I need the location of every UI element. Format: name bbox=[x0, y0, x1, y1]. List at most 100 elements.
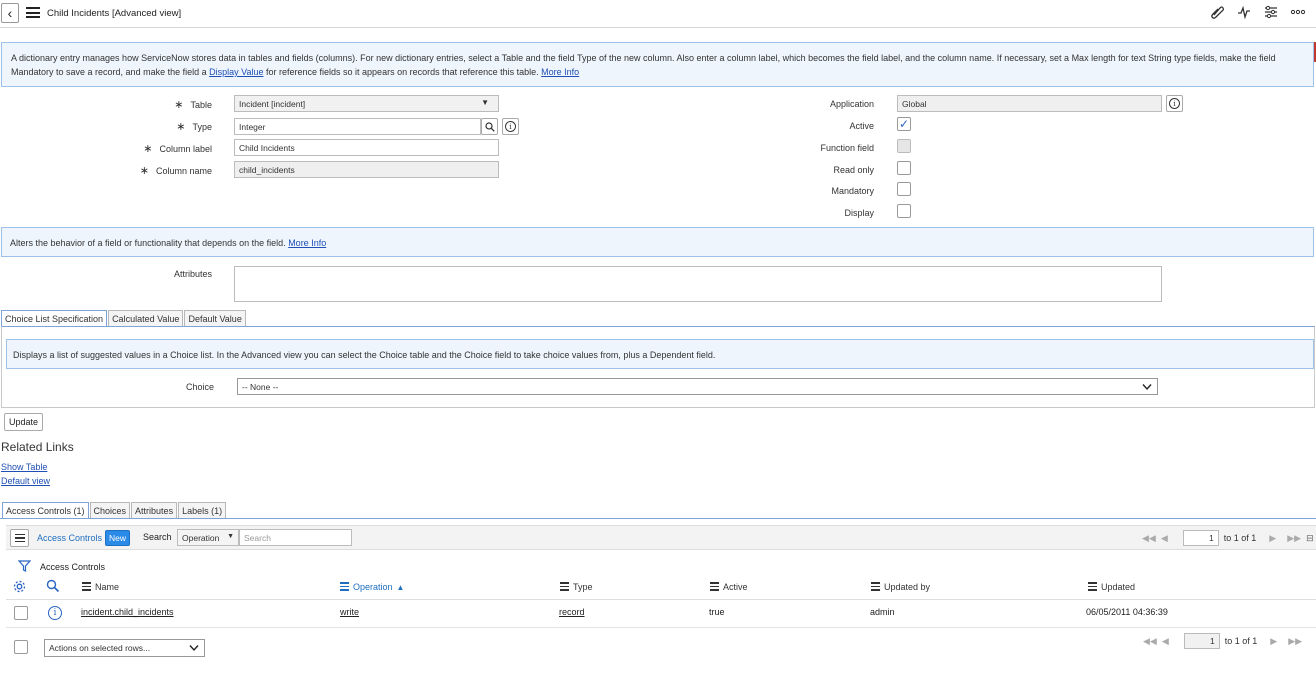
activity-icon[interactable] bbox=[1236, 5, 1252, 22]
choice-select-value: -- None -- bbox=[242, 382, 279, 392]
attributes-textarea[interactable] bbox=[234, 266, 1162, 302]
column-header-name[interactable]: Name bbox=[82, 582, 119, 593]
update-button[interactable]: Update bbox=[4, 413, 44, 431]
more-info-link[interactable]: More Info bbox=[541, 67, 579, 77]
chevron-down-icon bbox=[1142, 384, 1152, 391]
tab-access-controls[interactable]: Access Controls (1) bbox=[2, 502, 89, 519]
next-page-icon[interactable]: ▶ bbox=[1269, 533, 1276, 544]
column-name-input: child_incidents bbox=[234, 161, 499, 178]
mandatory-checkbox[interactable] bbox=[897, 182, 911, 196]
choice-info-text: Displays a list of suggested values in a… bbox=[13, 350, 716, 360]
column-menu-icon[interactable] bbox=[340, 582, 349, 593]
show-table-link[interactable]: Show Table bbox=[1, 462, 47, 472]
read-only-label: Read only bbox=[833, 165, 874, 175]
last-page-icon[interactable]: ▶▶ bbox=[1287, 533, 1301, 544]
prev-page-icon[interactable]: ◀ bbox=[1161, 533, 1168, 544]
breadcrumb[interactable]: Access Controls bbox=[40, 562, 105, 572]
collapse-icon[interactable]: ⊟ bbox=[1306, 533, 1314, 544]
choice-label: Choice bbox=[185, 382, 214, 392]
actions-select-value: Actions on selected rows... bbox=[49, 643, 151, 653]
behavior-text: Alters the behavior of a field or functi… bbox=[10, 238, 327, 248]
choice-select[interactable]: -- None -- bbox=[237, 378, 1158, 395]
dropdown-arrow-icon: ▼ bbox=[227, 533, 234, 540]
tab-calculated-value[interactable]: Calculated Value bbox=[108, 310, 184, 327]
row-info-icon[interactable]: i bbox=[48, 606, 62, 620]
intro-info-box: A dictionary entry manages how ServiceNo… bbox=[1, 42, 1314, 87]
default-view-link[interactable]: Default view bbox=[1, 476, 50, 486]
page-total: to 1 of 1 bbox=[1223, 533, 1257, 543]
column-menu-icon[interactable] bbox=[1088, 582, 1097, 593]
header-actions bbox=[1209, 5, 1306, 22]
column-header-operation[interactable]: Operation ▲ bbox=[340, 582, 404, 593]
next-page-icon[interactable]: ▶ bbox=[1270, 636, 1277, 647]
section-tabs: Choice List Specification Calculated Val… bbox=[1, 310, 247, 327]
row-updated: 06/05/2011 04:36:39 bbox=[1086, 607, 1168, 617]
gear-icon[interactable] bbox=[12, 579, 27, 596]
attributes-label: Attributes bbox=[173, 269, 212, 279]
column-header-type[interactable]: Type bbox=[560, 582, 593, 593]
type-info-button[interactable]: i bbox=[502, 118, 519, 135]
row-type-link[interactable]: record bbox=[559, 607, 585, 617]
table-select[interactable]: Incident [incident] ▼ bbox=[234, 95, 499, 112]
search-field-select[interactable]: Operation ▼ bbox=[177, 529, 239, 546]
application-info-button[interactable]: i bbox=[1166, 95, 1183, 112]
column-header-active[interactable]: Active bbox=[710, 582, 748, 593]
bottom-pager: ◀◀ ◀ 1 to 1 of 1 ▶ ▶▶ bbox=[1143, 633, 1302, 649]
type-lookup-button[interactable] bbox=[481, 118, 498, 135]
list-title[interactable]: Access Controls bbox=[37, 533, 102, 543]
sort-ascending-icon: ▲ bbox=[396, 582, 405, 592]
display-label: Display bbox=[844, 208, 874, 218]
row-divider bbox=[6, 627, 1316, 628]
column-label-label: ∗ Column label bbox=[143, 143, 212, 155]
read-only-checkbox[interactable] bbox=[897, 161, 911, 175]
mandatory-label: Mandatory bbox=[831, 186, 874, 196]
first-page-icon[interactable]: ◀◀ bbox=[1142, 533, 1156, 544]
row-active: true bbox=[709, 607, 725, 617]
column-menu-icon[interactable] bbox=[82, 582, 91, 593]
tab-choices[interactable]: Choices bbox=[89, 502, 131, 519]
column-menu-icon[interactable] bbox=[560, 582, 569, 593]
type-input[interactable]: Integer bbox=[234, 118, 481, 135]
column-header-updated-by[interactable]: Updated by bbox=[871, 582, 930, 593]
page-input[interactable]: 1 bbox=[1182, 530, 1219, 546]
tab-attributes[interactable]: Attributes bbox=[131, 502, 178, 519]
column-menu-icon[interactable] bbox=[710, 582, 719, 593]
related-list-tabs: Access Controls (1) Choices Attributes L… bbox=[2, 502, 227, 519]
row-select-checkbox[interactable] bbox=[14, 606, 28, 620]
page-input[interactable]: 1 bbox=[1183, 633, 1220, 649]
filter-icon[interactable] bbox=[17, 560, 32, 574]
row-name-link[interactable]: incident.child_incidents bbox=[81, 607, 174, 617]
tab-default-value[interactable]: Default Value bbox=[184, 310, 246, 327]
back-button[interactable]: ‹ bbox=[1, 3, 19, 23]
column-menu-icon[interactable] bbox=[871, 582, 880, 593]
row-operation-link[interactable]: write bbox=[340, 607, 359, 617]
prev-page-icon[interactable]: ◀ bbox=[1162, 636, 1169, 647]
first-page-icon[interactable]: ◀◀ bbox=[1143, 636, 1157, 647]
actions-select[interactable]: Actions on selected rows... bbox=[44, 639, 205, 657]
paperclip-icon[interactable] bbox=[1209, 5, 1225, 22]
row-updated-by: admin bbox=[870, 607, 895, 617]
tab-labels[interactable]: Labels (1) bbox=[178, 502, 227, 519]
last-page-icon[interactable]: ▶▶ bbox=[1288, 636, 1302, 647]
more-icon[interactable] bbox=[1290, 5, 1306, 22]
tabs-divider bbox=[0, 518, 1316, 519]
sliders-icon[interactable] bbox=[1263, 5, 1279, 22]
tab-choice-list-specification[interactable]: Choice List Specification bbox=[1, 310, 108, 327]
active-checkbox[interactable]: ✓ bbox=[897, 117, 911, 131]
display-checkbox[interactable] bbox=[897, 204, 911, 218]
search-icon bbox=[484, 121, 495, 132]
related-links-heading: Related Links bbox=[1, 440, 74, 454]
behavior-more-info-link[interactable]: More Info bbox=[288, 238, 326, 248]
intro-text: A dictionary entry manages how ServiceNo… bbox=[11, 53, 1276, 77]
search-input[interactable]: Search bbox=[239, 529, 352, 546]
select-all-checkbox[interactable] bbox=[14, 640, 28, 654]
new-button[interactable]: New bbox=[105, 530, 131, 546]
list-menu-button[interactable] bbox=[10, 529, 29, 547]
hamburger-menu-icon[interactable] bbox=[26, 7, 40, 18]
column-header-updated[interactable]: Updated bbox=[1088, 582, 1135, 593]
display-value-link[interactable]: Display Value bbox=[209, 67, 263, 77]
column-search-icon[interactable] bbox=[46, 579, 60, 595]
page-total: to 1 of 1 bbox=[1224, 636, 1258, 646]
active-label: Active bbox=[849, 121, 874, 131]
column-label-input[interactable]: Child Incidents bbox=[234, 139, 499, 156]
